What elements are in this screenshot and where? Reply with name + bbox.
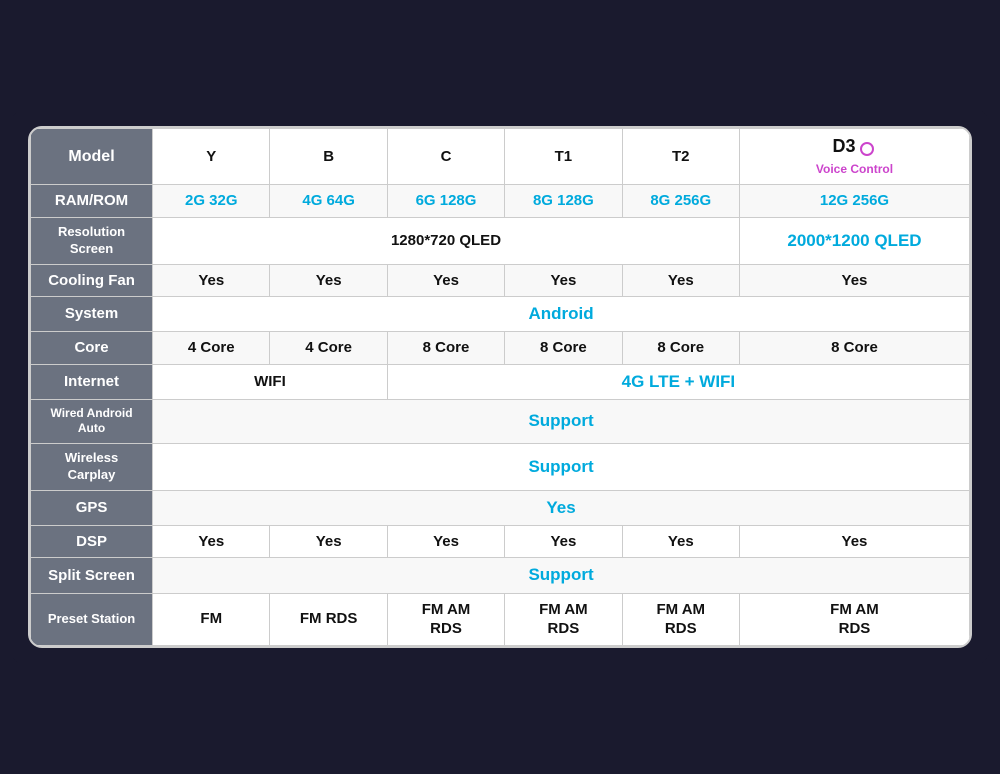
cooling-fan-t1: Yes: [505, 264, 622, 297]
model-t2: T2: [622, 129, 739, 185]
model-y: Y: [153, 129, 270, 185]
comparison-table-wrapper: Model Y B C T1 T2 D3 Voice Control RAM/R: [28, 126, 972, 647]
preset-t2: FM AMRDS: [622, 593, 739, 645]
preset-station-row: Preset Station FM FM RDS FM AMRDS FM AMR…: [31, 593, 970, 645]
ram-rom-header: RAM/ROM: [31, 185, 153, 218]
core-y: 4 Core: [153, 332, 270, 365]
dsp-c: Yes: [387, 525, 504, 558]
system-row: System Android: [31, 297, 970, 332]
wired-android-value: Support: [153, 399, 970, 443]
dsp-b: Yes: [270, 525, 387, 558]
cooling-fan-d3: Yes: [739, 264, 969, 297]
model-c: C: [387, 129, 504, 185]
cooling-fan-header: Cooling Fan: [31, 264, 153, 297]
cooling-fan-t2: Yes: [622, 264, 739, 297]
cooling-fan-y: Yes: [153, 264, 270, 297]
model-header-row: Model Y B C T1 T2 D3 Voice Control: [31, 129, 970, 185]
ram-rom-row: RAM/ROM 2G 32G 4G 64G 6G 128G 8G 128G 8G…: [31, 185, 970, 218]
wired-android-row: Wired AndroidAuto Support: [31, 399, 970, 443]
ram-rom-y: 2G 32G: [153, 185, 270, 218]
voice-control-label: Voice Control: [816, 162, 893, 176]
preset-c: FM AMRDS: [387, 593, 504, 645]
internet-header: Internet: [31, 364, 153, 399]
preset-y: FM: [153, 593, 270, 645]
resolution-header: ResolutionScreen: [31, 217, 153, 264]
preset-b: FM RDS: [270, 593, 387, 645]
ram-rom-t1: 8G 128G: [505, 185, 622, 218]
cooling-fan-row: Cooling Fan Yes Yes Yes Yes Yes Yes: [31, 264, 970, 297]
gps-value: Yes: [153, 490, 970, 525]
resolution-d3: 2000*1200 QLED: [739, 217, 969, 264]
resolution-row: ResolutionScreen 1280*720 QLED 2000*1200…: [31, 217, 970, 264]
internet-row: Internet WIFI 4G LTE + WIFI: [31, 364, 970, 399]
core-t1: 8 Core: [505, 332, 622, 365]
core-t2: 8 Core: [622, 332, 739, 365]
preset-t1: FM AMRDS: [505, 593, 622, 645]
wireless-carplay-row: WirelessCarplay Support: [31, 444, 970, 491]
cooling-fan-b: Yes: [270, 264, 387, 297]
core-d3: 8 Core: [739, 332, 969, 365]
split-screen-header: Split Screen: [31, 558, 153, 593]
ram-rom-d3: 12G 256G: [739, 185, 969, 218]
core-header: Core: [31, 332, 153, 365]
split-screen-value: Support: [153, 558, 970, 593]
dsp-d3: Yes: [739, 525, 969, 558]
model-label: Model: [31, 129, 153, 185]
ram-rom-c: 6G 128G: [387, 185, 504, 218]
main-container: Model Y B C T1 T2 D3 Voice Control RAM/R: [10, 108, 990, 665]
voice-icon: [860, 142, 874, 156]
wireless-carplay-header: WirelessCarplay: [31, 444, 153, 491]
gps-row: GPS Yes: [31, 490, 970, 525]
d3-label: D3: [832, 136, 860, 156]
dsp-t2: Yes: [622, 525, 739, 558]
internet-4g: 4G LTE + WIFI: [387, 364, 969, 399]
resolution-standard: 1280*720 QLED: [153, 217, 740, 264]
comparison-table: Model Y B C T1 T2 D3 Voice Control RAM/R: [30, 128, 970, 645]
dsp-t1: Yes: [505, 525, 622, 558]
dsp-y: Yes: [153, 525, 270, 558]
wired-android-header: Wired AndroidAuto: [31, 399, 153, 443]
core-row: Core 4 Core 4 Core 8 Core 8 Core 8 Core …: [31, 332, 970, 365]
preset-station-header: Preset Station: [31, 593, 153, 645]
model-d3: D3 Voice Control: [739, 129, 969, 185]
system-header: System: [31, 297, 153, 332]
dsp-row: DSP Yes Yes Yes Yes Yes Yes: [31, 525, 970, 558]
internet-wifi: WIFI: [153, 364, 388, 399]
gps-header: GPS: [31, 490, 153, 525]
ram-rom-t2: 8G 256G: [622, 185, 739, 218]
wireless-carplay-value: Support: [153, 444, 970, 491]
preset-d3: FM AMRDS: [739, 593, 969, 645]
core-c: 8 Core: [387, 332, 504, 365]
ram-rom-b: 4G 64G: [270, 185, 387, 218]
core-b: 4 Core: [270, 332, 387, 365]
system-value: Android: [153, 297, 970, 332]
model-b: B: [270, 129, 387, 185]
split-screen-row: Split Screen Support: [31, 558, 970, 593]
model-t1: T1: [505, 129, 622, 185]
cooling-fan-c: Yes: [387, 264, 504, 297]
dsp-header: DSP: [31, 525, 153, 558]
